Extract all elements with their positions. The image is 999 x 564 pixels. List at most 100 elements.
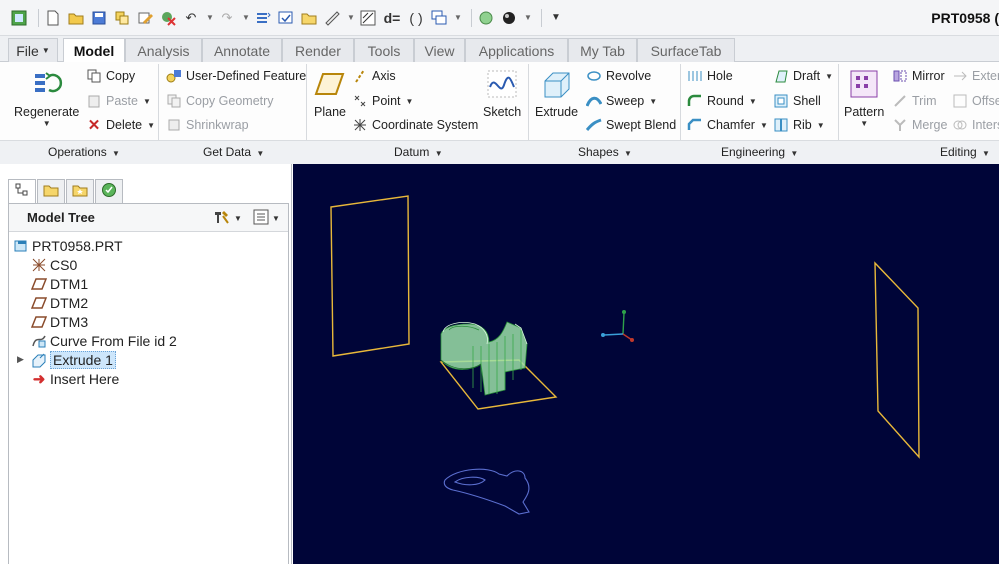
new-icon[interactable] <box>44 9 62 27</box>
user-defined-feature-button[interactable]: User-Defined Feature <box>166 68 306 84</box>
mirror-button[interactable]: Mirror <box>892 68 945 84</box>
round-button[interactable]: Round ▼ <box>687 93 757 109</box>
tree-item-extrude-1[interactable]: ▶ Extrude 1 <box>17 350 116 369</box>
tree-item-dtm2[interactable]: DTM2 <box>31 293 88 312</box>
render-dropdown-icon[interactable]: ▼ <box>523 9 533 27</box>
rib-button[interactable]: Rib ▼ <box>773 117 825 133</box>
relations-icon[interactable]: d= <box>382 9 402 27</box>
expand-arrow-icon[interactable]: ▶ <box>17 354 31 365</box>
draft-icon <box>773 68 789 84</box>
tree-item-dtm1[interactable]: DTM1 <box>31 274 88 293</box>
windows-dropdown-icon[interactable]: ▼ <box>453 9 463 27</box>
window-icon[interactable] <box>277 9 295 27</box>
extend-button[interactable]: Exter <box>952 68 999 84</box>
group-get-data[interactable]: Get Data ▼ <box>203 145 264 159</box>
tab-folder-browser[interactable] <box>37 179 65 203</box>
undo-icon[interactable]: ↶ <box>182 9 200 27</box>
tree-item-cs0[interactable]: CS0 <box>31 255 77 274</box>
trim-button[interactable]: Trim <box>892 93 937 109</box>
redo-dropdown-icon[interactable]: ▼ <box>241 9 251 27</box>
tab-my-tab[interactable]: My Tab <box>568 38 637 62</box>
folder-icon[interactable] <box>300 9 318 27</box>
revolve-button[interactable]: Revolve <box>586 68 651 84</box>
tree-item-part[interactable]: PRT0958.PRT <box>13 236 123 255</box>
group-shapes[interactable]: Shapes ▼ <box>578 145 632 159</box>
pattern-button[interactable]: Pattern ▼ <box>844 67 884 128</box>
tab-favorites[interactable] <box>66 179 94 203</box>
regen-mgr-icon[interactable] <box>254 9 272 27</box>
curve-icon <box>31 333 47 349</box>
datum-plane-icon <box>31 276 47 292</box>
swept-blend-icon <box>586 117 602 133</box>
tab-view[interactable]: View <box>414 38 465 62</box>
cancel-icon[interactable] <box>159 9 177 27</box>
windows-icon[interactable] <box>430 9 448 27</box>
measure-icon[interactable] <box>323 9 341 27</box>
customize-icon[interactable]: ▼ <box>547 9 565 27</box>
copy-geometry-button[interactable]: Copy Geometry <box>166 93 274 109</box>
draft-button[interactable]: Draft ▼ <box>773 68 833 84</box>
tab-web-browser[interactable] <box>95 179 123 203</box>
app-icon[interactable] <box>10 9 28 27</box>
group-editing[interactable]: Editing ▼ <box>940 145 990 159</box>
copy-geometry-icon <box>166 93 182 109</box>
delete-button[interactable]: ✕ Delete ▼ <box>86 117 155 134</box>
datum-point-icon <box>352 93 368 109</box>
tab-tools[interactable]: Tools <box>354 38 414 62</box>
appearance-icon[interactable] <box>477 9 495 27</box>
shell-button[interactable]: Shell <box>773 93 821 109</box>
graphics-viewport[interactable] <box>293 164 999 564</box>
hole-button[interactable]: Hole <box>687 68 733 84</box>
plane-button[interactable]: Plane <box>313 67 347 119</box>
model-display-icon[interactable] <box>359 9 377 27</box>
swept-blend-button[interactable]: Swept Blend <box>586 117 676 133</box>
tab-applications[interactable]: Applications <box>465 38 568 62</box>
tab-surfacetab[interactable]: SurfaceTab <box>637 38 735 62</box>
round-icon <box>687 93 703 109</box>
group-operations[interactable]: Operations ▼ <box>48 145 120 159</box>
undo-dropdown-icon[interactable]: ▼ <box>205 9 215 27</box>
navigator-tabs <box>8 179 124 203</box>
offset-button[interactable]: Offse <box>952 93 999 109</box>
save-icon[interactable] <box>90 9 108 27</box>
coordinate-system-triad <box>601 310 634 342</box>
tab-model[interactable]: Model <box>63 38 125 63</box>
render-icon[interactable] <box>500 9 518 27</box>
paste-button[interactable]: Paste ▼ <box>86 93 151 109</box>
tab-file[interactable]: File ▼ <box>8 38 58 62</box>
edit-icon[interactable] <box>136 9 154 27</box>
tree-item-dtm3[interactable]: DTM3 <box>31 312 88 331</box>
group-datum[interactable]: Datum ▼ <box>394 145 443 159</box>
redo-icon[interactable]: ↷ <box>218 9 236 27</box>
copy-button[interactable]: Copy <box>86 68 135 84</box>
coordinate-system-button[interactable]: Coordinate System <box>352 117 478 133</box>
datum-plane-right <box>874 261 920 459</box>
tab-model-tree[interactable] <box>8 179 36 203</box>
tree-columns-button[interactable]: ▼ <box>253 209 280 228</box>
chamfer-button[interactable]: Chamfer ▼ <box>687 117 768 133</box>
merge-button[interactable]: Merge <box>892 117 947 133</box>
regenerate-icon[interactable] <box>113 9 131 27</box>
measure-dropdown-icon[interactable]: ▼ <box>346 9 356 27</box>
sketch-button[interactable]: Sketch <box>483 67 521 119</box>
chamfer-icon <box>687 117 703 133</box>
extrude-icon <box>31 352 47 368</box>
delete-icon: ✕ <box>87 117 101 134</box>
intersect-button[interactable]: Inters <box>952 117 999 133</box>
sweep-button[interactable]: Sweep ▼ <box>586 93 657 109</box>
open-icon[interactable] <box>67 9 85 27</box>
insert-arrow-icon: ➜ <box>32 370 46 388</box>
point-button[interactable]: Point ▼ <box>352 93 413 109</box>
tree-item-curve-from-file[interactable]: Curve From File id 2 <box>31 331 177 350</box>
tab-render[interactable]: Render <box>282 38 354 62</box>
extrude-button[interactable]: Extrude <box>535 67 578 119</box>
group-engineering[interactable]: Engineering ▼ <box>721 145 798 159</box>
tree-settings-button[interactable]: ▼ <box>213 209 242 228</box>
parameters-icon[interactable]: ( ) <box>407 9 425 27</box>
tree-item-insert-here[interactable]: ➜ Insert Here <box>31 369 120 388</box>
tab-annotate[interactable]: Annotate <box>202 38 282 62</box>
shrinkwrap-button[interactable]: Shrinkwrap <box>166 117 249 133</box>
axis-button[interactable]: Axis <box>352 68 396 84</box>
regenerate-button[interactable]: Regenerate ▼ <box>14 67 79 128</box>
tab-analysis[interactable]: Analysis <box>125 38 202 62</box>
